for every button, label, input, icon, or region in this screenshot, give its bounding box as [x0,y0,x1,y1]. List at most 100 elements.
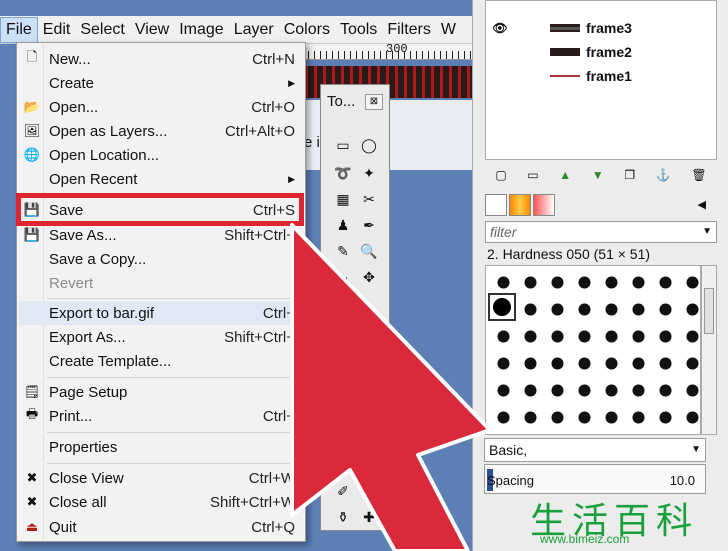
menu-item-open-as-layers[interactable]: 🖼 Open as Layers... Ctrl+Alt+O [19,119,303,143]
raise-layer-icon[interactable]: ▲ [559,168,571,186]
menu-tools[interactable]: Tools [335,17,382,43]
watermark-url: www.bimeiz.com [540,532,630,546]
print-icon: 🖶 [25,406,39,421]
file-menu: 🗋 New... Ctrl+N Create ▶ 📂 Open... Ctrl+… [16,42,306,542]
ink-tool-icon[interactable]: ✑ [359,481,379,501]
layer-row[interactable]: 👁 frame3 [486,17,716,39]
color-picker-tool-icon[interactable]: ✎ [333,241,353,261]
ruler-mark: 300 [386,42,408,56]
menu-item-open-recent[interactable]: Open Recent ▶ [19,167,303,191]
dock-menu-icon[interactable]: ◀ [698,198,706,211]
foreground-select-tool-icon[interactable]: ♟ [333,215,353,235]
page-setup-icon: 🗒 [23,384,41,399]
globe-icon: 🌐 [23,147,41,162]
layer-name: frame1 [586,68,632,84]
menu-item-quit[interactable]: ⏏ Quit Ctrl+Q [19,515,303,539]
menu-item-revert: Revert [49,274,94,292]
menu-bar: File Edit Select View Image Layer Colors… [0,16,480,44]
toolbox-window: To... ⊠ ▭ ◯ ➰ ✦ ▦ ✂ ♟ ✒ ✎ 🔍 ↘ ✥ 🖌 ◆ ✐ ✑ … [320,84,390,531]
paths-tool-icon[interactable]: ✒ [359,215,379,235]
open-layers-icon: 🖼 [23,123,41,138]
clone-tool-icon[interactable]: ⚱ [333,507,353,527]
menu-item-new[interactable]: 🗋 New... Ctrl+N [19,47,303,71]
eraser-tool-icon[interactable]: ◆ [359,455,379,475]
rect-select-tool-icon[interactable]: ▭ [333,135,353,155]
menu-item-export-to[interactable]: Export to bar.gif Ctrl+ [19,301,303,325]
layer-row[interactable]: frame1 [486,65,716,87]
menu-edit[interactable]: Edit [38,17,76,43]
scissors-tool-icon[interactable]: ✂ [359,189,379,209]
paintbrush-tool-icon[interactable]: 🖌 [333,455,353,475]
brush-preset-select[interactable]: Basic, ▼ [484,438,706,462]
brush-scrollbar[interactable] [701,265,717,435]
menu-windows[interactable]: W [436,17,461,43]
menu-item-save-copy[interactable]: Save a Copy... [19,247,303,271]
close-icon: ✖ [26,470,38,485]
menu-item-create[interactable]: Create ▶ [19,71,303,95]
submenu-arrow-icon: ▶ [288,173,295,184]
layers-list: 👁 frame3 frame2 frame1 [485,0,717,160]
ellipse-select-tool-icon[interactable]: ◯ [359,135,379,155]
selected-brush[interactable] [488,293,516,321]
spacing-slider[interactable]: Spacing 10.0 [484,464,706,494]
menu-item-save-as[interactable]: 💾 Save As... Shift+Ctrl+ [19,223,303,247]
menu-filters[interactable]: Filters [382,17,436,43]
menu-select[interactable]: Select [75,17,129,43]
chevron-down-icon: ▼ [691,444,701,455]
new-file-icon: 🗋 [26,49,38,64]
toolbox-close-button[interactable]: ⊠ [365,94,383,110]
layer-thumbnail [550,48,580,56]
brush-tab[interactable] [485,194,507,216]
brush-grid[interactable] [485,265,701,435]
quit-icon: ⏏ [25,519,39,534]
brush-filter-input[interactable]: filter ▼ [485,221,717,243]
menu-item-close-all[interactable]: ✖ Close all Shift+Ctrl+W [19,490,303,514]
gradient-tab[interactable] [509,194,531,216]
layer-name: frame3 [586,20,632,36]
zoom-tool-icon[interactable]: 🔍 [359,241,379,261]
save-highlight-box [16,193,304,226]
menu-image[interactable]: Image [174,17,228,43]
menu-colors[interactable]: Colors [279,17,335,43]
spacing-value: 10.0 [669,473,695,488]
menu-item-open[interactable]: 📂 Open... Ctrl+O [19,95,303,119]
delete-layer-icon[interactable]: 🗑 [691,168,706,186]
menu-item-close-view[interactable]: ✖ Close View Ctrl+W [19,466,303,490]
layer-row[interactable]: frame2 [486,41,716,63]
menu-view[interactable]: View [130,17,174,43]
layer-name: frame2 [586,44,632,60]
brush-tabs [485,194,555,220]
lower-layer-icon[interactable]: ▼ [592,168,604,186]
menu-item-properties[interactable]: Properties [19,435,303,459]
layer-thumbnail [550,24,580,32]
move-tool-icon[interactable]: ✥ [359,267,379,287]
lasso-tool-icon[interactable]: ➰ [333,163,353,183]
fuzzy-select-tool-icon[interactable]: ✦ [359,163,379,183]
duplicate-layer-icon[interactable]: ❐ [624,168,635,186]
save-as-icon: 💾 [23,227,41,242]
brush-name: 2. Hardness 050 (51 × 51) [487,246,651,262]
menu-item-export-as[interactable]: Export As... Shift+Ctrl+ [19,325,303,349]
color-select-tool-icon[interactable]: ▦ [333,189,353,209]
submenu-arrow-icon: ▶ [288,77,295,88]
airbrush-tool-icon[interactable]: ✐ [333,481,353,501]
layer-thumbnail [550,72,580,80]
menu-item-page-setup[interactable]: 🗒 Page Setup [19,380,303,404]
heal-tool-icon[interactable]: ✚ [359,507,379,527]
close-icon: ✖ [26,494,38,509]
new-layer-icon[interactable]: ▢ [495,168,506,186]
pattern-tab[interactable] [533,194,555,216]
layer-group-icon[interactable]: ▭ [527,168,538,186]
spacing-label: Spacing [487,473,534,488]
menu-item-open-location[interactable]: 🌐 Open Location... [19,143,303,167]
menu-item-print[interactable]: 🖶 Print... Ctrl+ [19,404,303,428]
menu-layer[interactable]: Layer [229,17,279,43]
open-folder-icon: 📂 [23,99,41,114]
menu-item-create-template[interactable]: Create Template... [19,349,303,373]
menu-file[interactable]: File [0,16,38,43]
eye-icon[interactable]: 👁 [486,21,514,35]
measure-tool-icon[interactable]: ↘ [333,267,353,287]
layer-toolbar: ▢ ▭ ▲ ▼ ❐ ⚓ 🗑 [485,168,717,186]
chevron-down-icon[interactable]: ▼ [702,222,712,242]
anchor-icon[interactable]: ⚓ [656,168,671,186]
